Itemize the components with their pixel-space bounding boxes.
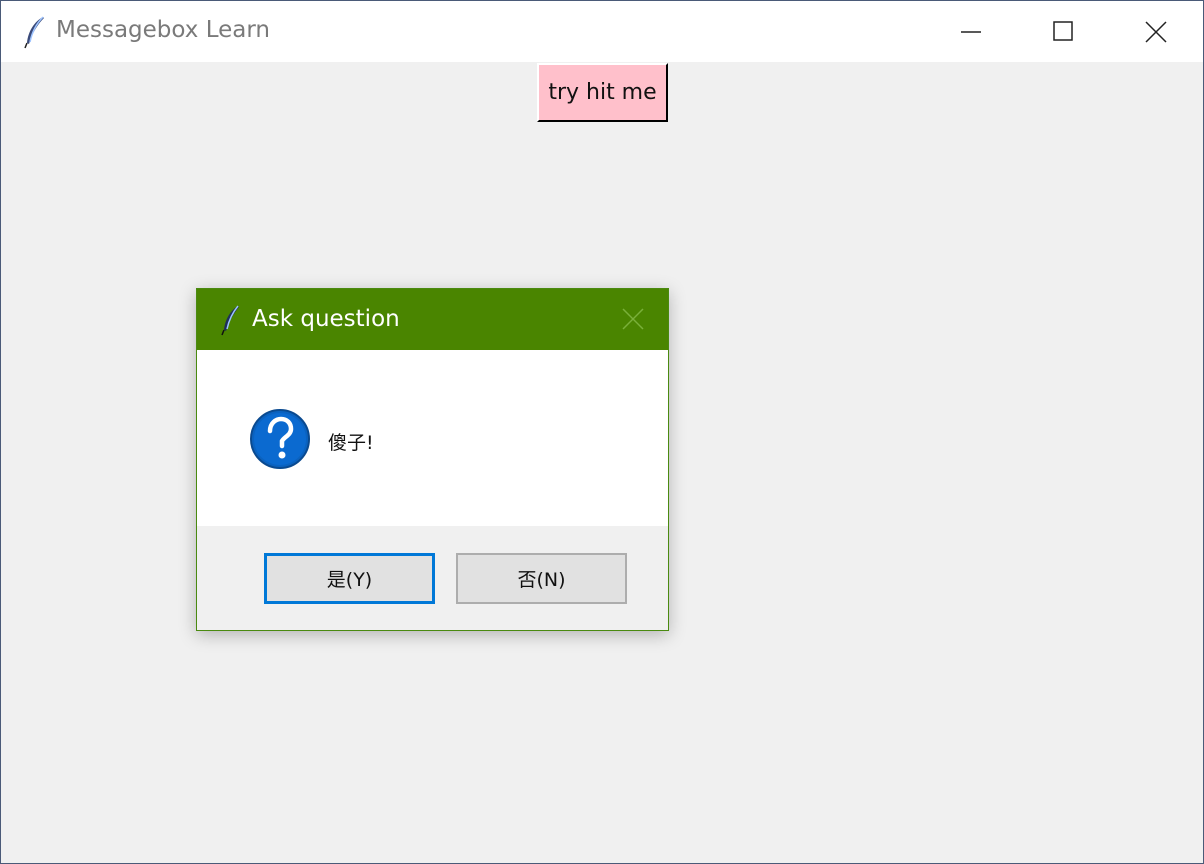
question-icon bbox=[250, 409, 310, 469]
maximize-button[interactable] bbox=[1017, 1, 1109, 62]
dialog-titlebar[interactable]: Ask question bbox=[197, 289, 668, 350]
close-icon[interactable] bbox=[621, 307, 645, 331]
minimize-icon bbox=[961, 31, 981, 33]
no-button[interactable]: 否(N) bbox=[456, 553, 627, 604]
feather-icon bbox=[24, 16, 44, 49]
dialog-message-area: 傻子! bbox=[197, 350, 668, 526]
close-button[interactable] bbox=[1109, 1, 1201, 62]
try-hit-me-button[interactable]: try hit me bbox=[537, 63, 668, 122]
yes-button[interactable]: 是(Y) bbox=[264, 553, 435, 604]
minimize-button[interactable] bbox=[925, 1, 1017, 62]
ask-question-dialog: Ask question 傻子! 是(Y) 否(N) bbox=[196, 288, 669, 631]
window-titlebar[interactable]: Messagebox Learn bbox=[1, 1, 1203, 62]
window-title: Messagebox Learn bbox=[56, 17, 270, 43]
close-icon bbox=[1145, 21, 1167, 43]
feather-icon bbox=[221, 305, 239, 336]
dialog-title: Ask question bbox=[252, 306, 400, 332]
dialog-message: 傻子! bbox=[328, 432, 374, 454]
maximize-icon bbox=[1053, 21, 1073, 41]
